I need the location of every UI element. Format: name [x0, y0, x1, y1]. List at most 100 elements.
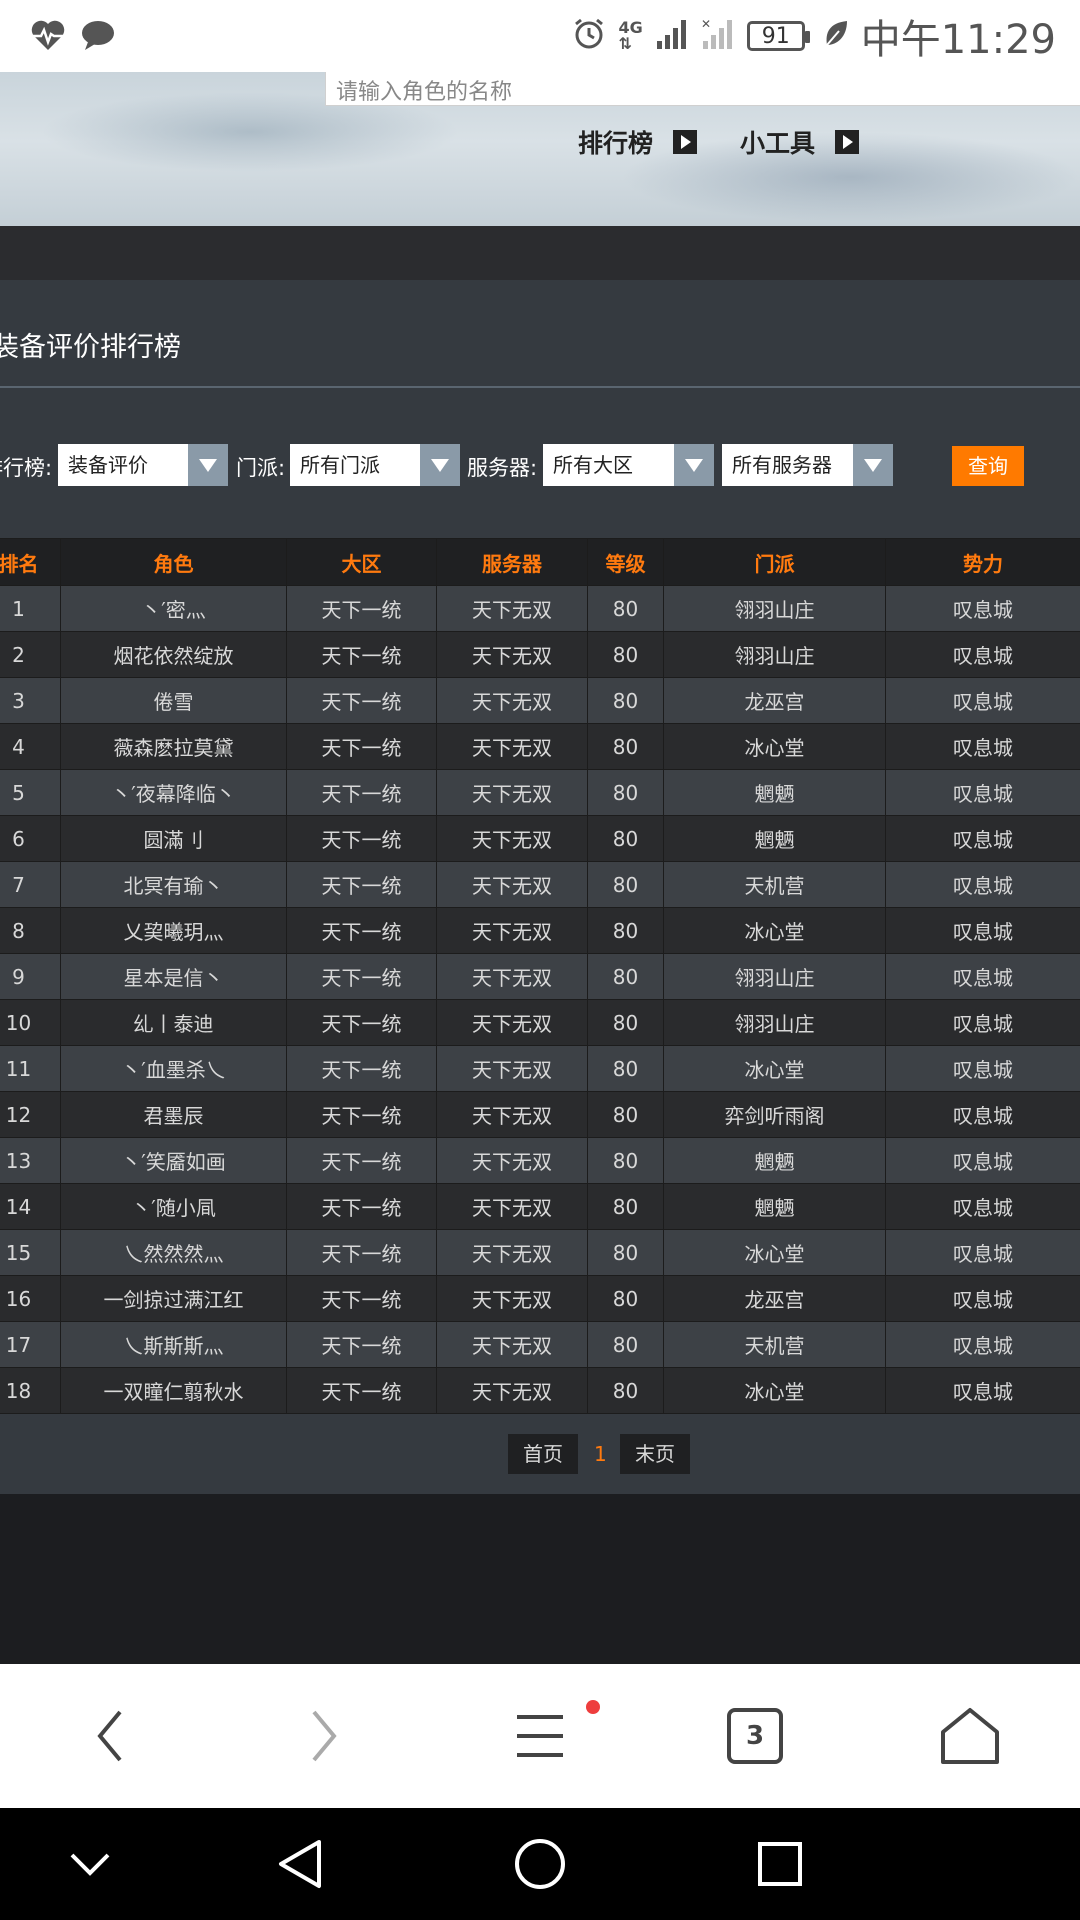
cell-sect: 弈剑听雨阁	[663, 1091, 886, 1138]
cell-sect: 翎羽山庄	[663, 631, 886, 678]
cell-rank: 8	[0, 907, 61, 954]
cell-role[interactable]: 烟花依然绽放	[60, 631, 287, 678]
sect-select[interactable]: 所有门派	[290, 444, 460, 486]
dropdown-arrow-icon[interactable]	[188, 444, 228, 486]
cell-role[interactable]: 丶′密灬	[60, 585, 287, 632]
home-icon[interactable]	[930, 1664, 1010, 1808]
dropdown-arrow-icon[interactable]	[420, 444, 460, 486]
table-row: 2 烟花依然绽放 天下一统 天下无双 80 翎羽山庄 叹息城	[0, 631, 1080, 678]
data-arrows: ⇅	[618, 34, 632, 53]
collapse-icon[interactable]	[50, 1808, 130, 1920]
cell-role[interactable]: 乀然然然灬	[60, 1229, 287, 1276]
nav-recents-icon[interactable]	[740, 1808, 820, 1920]
forward-icon[interactable]	[284, 1664, 364, 1808]
cell-region: 天下一统	[286, 907, 437, 954]
cell-rank: 14	[0, 1183, 61, 1230]
tabs-icon[interactable]: 3	[715, 1664, 795, 1808]
table-row: 13 丶′笑靥如画 天下一统 天下无双 80 魍魉 叹息城	[0, 1137, 1080, 1184]
cell-region: 天下一统	[286, 1045, 437, 1092]
nav-tools-label: 小工具	[740, 129, 816, 158]
cell-role[interactable]: 倦雪	[60, 677, 287, 724]
cell-server: 天下无双	[436, 907, 588, 954]
cell-region: 天下一统	[286, 1091, 437, 1138]
battery-icon: 91	[746, 21, 810, 51]
cell-server: 天下无双	[436, 1045, 588, 1092]
signal-icon	[655, 17, 689, 55]
cell-region: 天下一统	[286, 1183, 437, 1230]
cell-server: 天下无双	[436, 1321, 588, 1368]
nav-home-icon[interactable]	[500, 1808, 580, 1920]
cell-role[interactable]: 君墨辰	[60, 1091, 287, 1138]
header-region[interactable]: 大区	[286, 538, 437, 586]
cell-role[interactable]: 丶′夜幕降临丶	[60, 769, 287, 816]
table-row: 3 倦雪 天下一统 天下无双 80 龙巫宫 叹息城	[0, 677, 1080, 724]
cell-level: 80	[587, 1091, 664, 1138]
cell-sect: 冰心堂	[663, 907, 886, 954]
table-row: 11 丶′血墨杀乀 天下一统 天下无双 80 冰心堂 叹息城	[0, 1045, 1080, 1092]
sect-value: 所有门派	[300, 453, 380, 477]
nav-tools[interactable]: 小工具	[740, 124, 860, 160]
region-select[interactable]: 所有大区	[543, 444, 714, 486]
cell-role[interactable]: 一双瞳仁翦秋水	[60, 1367, 287, 1414]
header-sect[interactable]: 门派	[663, 538, 886, 586]
cell-rank: 10	[0, 999, 61, 1046]
cell-level: 80	[587, 1137, 664, 1184]
header-faction[interactable]: 势力	[885, 538, 1080, 586]
cell-level: 80	[587, 861, 664, 908]
last-page-button[interactable]: 末页	[620, 1434, 690, 1474]
cell-role[interactable]: 北冥有瑜丶	[60, 861, 287, 908]
cell-server: 天下无双	[436, 677, 588, 724]
cell-faction: 叹息城	[885, 953, 1080, 1000]
cell-role[interactable]: 薇森麽拉莫黛	[60, 723, 287, 770]
cell-role[interactable]: 圆滿刂	[60, 815, 287, 862]
table-row: 1 丶′密灬 天下一统 天下无双 80 翎羽山庄 叹息城	[0, 585, 1080, 632]
query-button[interactable]: 查询	[952, 446, 1024, 486]
cell-role[interactable]: 星本是信丶	[60, 953, 287, 1000]
first-page-button[interactable]: 首页	[508, 1434, 578, 1474]
nav-ranking[interactable]: 排行榜	[578, 124, 698, 160]
cell-sect: 冰心堂	[663, 1367, 886, 1414]
cell-region: 天下一统	[286, 1229, 437, 1276]
cell-role[interactable]: 乂巭曦玥灬	[60, 907, 287, 954]
cell-region: 天下一统	[286, 815, 437, 862]
dropdown-arrow-icon[interactable]	[853, 444, 893, 486]
search-input[interactable]: 请输入角色的名称	[325, 72, 1080, 106]
table-row: 12 君墨辰 天下一统 天下无双 80 弈剑听雨阁 叹息城	[0, 1091, 1080, 1138]
signal-off-icon: ✕	[701, 17, 735, 55]
cell-level: 80	[587, 1275, 664, 1322]
cell-server: 天下无双	[436, 1183, 588, 1230]
cell-rank: 3	[0, 677, 61, 724]
cell-sect: 龙巫宫	[663, 677, 886, 724]
header-role[interactable]: 角色	[60, 538, 287, 586]
cell-rank: 12	[0, 1091, 61, 1138]
cell-level: 80	[587, 1321, 664, 1368]
cell-region: 天下一统	[286, 861, 437, 908]
header-server[interactable]: 服务器	[436, 538, 588, 586]
cell-level: 80	[587, 677, 664, 724]
cell-sect: 冰心堂	[663, 1229, 886, 1276]
cell-role[interactable]: 乀斯斯斯灬	[60, 1321, 287, 1368]
menu-icon[interactable]	[500, 1664, 580, 1808]
table-row: 16 一剑掠过满江红 天下一统 天下无双 80 龙巫宫 叹息城	[0, 1275, 1080, 1322]
cell-role[interactable]: 丶′笑靥如画	[60, 1137, 287, 1184]
cell-role[interactable]: 一剑掠过满江红	[60, 1275, 287, 1322]
cell-region: 天下一统	[286, 999, 437, 1046]
nav-back-icon[interactable]	[260, 1808, 340, 1920]
cell-rank: 4	[0, 723, 61, 770]
cell-sect: 天机营	[663, 861, 886, 908]
cell-rank: 18	[0, 1367, 61, 1414]
dropdown-arrow-icon[interactable]	[674, 444, 714, 486]
ranking-type-select[interactable]: 装备评价	[58, 444, 228, 486]
back-icon[interactable]	[70, 1664, 150, 1808]
table-row: 9 星本是信丶 天下一统 天下无双 80 翎羽山庄 叹息城	[0, 953, 1080, 1000]
cell-role[interactable]: 丶′随小凬	[60, 1183, 287, 1230]
cell-level: 80	[587, 953, 664, 1000]
server-select[interactable]: 所有服务器	[722, 444, 893, 486]
cell-role[interactable]: 丶′血墨杀乀	[60, 1045, 287, 1092]
clock: 中午11:29	[860, 17, 1056, 63]
header-rank[interactable]: 排名	[0, 538, 61, 586]
table-row: 10 乣丨泰迪 天下一统 天下无双 80 翎羽山庄 叹息城	[0, 999, 1080, 1046]
cell-server: 天下无双	[436, 585, 588, 632]
header-level[interactable]: 等级	[587, 538, 664, 586]
cell-role[interactable]: 乣丨泰迪	[60, 999, 287, 1046]
